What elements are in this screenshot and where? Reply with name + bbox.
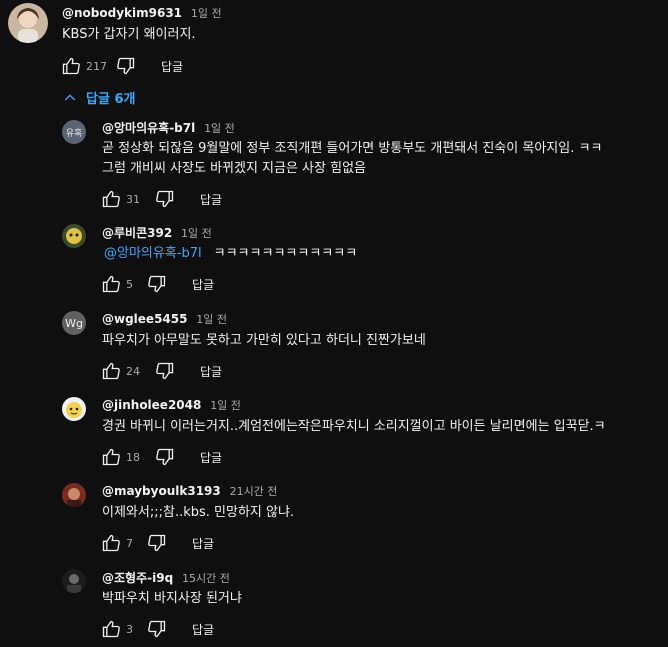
thumbs-up-icon xyxy=(102,362,120,380)
dislike-button[interactable] xyxy=(146,618,168,640)
avatar[interactable] xyxy=(62,224,86,248)
thumbs-down-icon xyxy=(156,448,174,466)
thumbs-up-icon xyxy=(62,57,80,75)
thumbs-down-icon xyxy=(148,534,166,552)
avatar[interactable] xyxy=(62,483,86,507)
thumbs-up-icon xyxy=(102,620,120,638)
comment-text-line: 그럼 개비씨 사장도 바뀌겠지 지금은 사장 힘없음 xyxy=(102,161,366,176)
avatar-initials: Wg xyxy=(65,316,83,330)
comment-author[interactable]: @조형주-i9q xyxy=(102,571,173,585)
dislike-button[interactable] xyxy=(146,532,168,554)
avatar[interactable] xyxy=(62,569,86,593)
comment-author[interactable]: @jinholee2048 xyxy=(102,398,201,412)
thumbs-up-icon xyxy=(102,534,120,552)
comment-text-line: 이제와서;;;참..kbs. 민망하지 않냐. xyxy=(102,505,295,520)
like-button[interactable] xyxy=(100,446,122,468)
avatar[interactable] xyxy=(62,397,86,421)
dislike-button[interactable] xyxy=(115,55,137,77)
comment-text-line: 박파우치 바지사장 된거냐 xyxy=(102,591,242,606)
replies-toggle-button[interactable]: 답글 6개 xyxy=(62,88,135,107)
replies-toggle-label: 답글 6개 xyxy=(86,92,136,107)
dislike-button[interactable] xyxy=(154,446,176,468)
like-count: 217 xyxy=(86,59,107,73)
comment-author[interactable]: @nobodykim9631 xyxy=(62,6,182,20)
comment-time[interactable]: 21시간 전 xyxy=(230,485,278,498)
comment-text-line: ㅋㅋㅋㅋㅋㅋㅋㅋㅋㅋㅋㅋ xyxy=(213,246,358,261)
comment-time[interactable]: 1일 전 xyxy=(210,399,241,412)
comment-author[interactable]: @wglee5455 xyxy=(102,312,187,326)
mention-link[interactable]: @앙마의유혹-b7l xyxy=(104,246,202,261)
like-count: 24 xyxy=(126,364,140,378)
like-button[interactable] xyxy=(100,188,122,210)
thumbs-up-icon xyxy=(102,448,120,466)
like-count: 18 xyxy=(126,450,140,464)
reply-button[interactable]: 답글 xyxy=(200,191,222,208)
top-comment: @nobodykim9631 1일 전 KBS가 갑자기 왜이러지. 217 답… xyxy=(0,0,668,80)
thumbs-down-icon xyxy=(156,190,174,208)
thumbs-down-icon xyxy=(148,620,166,638)
reply-button[interactable]: 답글 xyxy=(192,621,214,638)
comment-time[interactable]: 1일 전 xyxy=(204,122,235,135)
like-button[interactable] xyxy=(100,273,122,295)
thumbs-down-icon xyxy=(148,275,166,293)
comment-text-line: 경권 바뀌니 이러는거지..계엄전에는작은파우치니 소리지껄이고 바이든 날리면… xyxy=(102,419,606,434)
avatar[interactable]: Wg xyxy=(62,311,86,335)
like-button[interactable] xyxy=(100,532,122,554)
thumbs-down-icon xyxy=(156,362,174,380)
comment-author[interactable]: @루비콘392 xyxy=(102,226,172,240)
avatar[interactable] xyxy=(8,3,48,43)
like-count: 5 xyxy=(126,277,133,291)
comment-time[interactable]: 15시간 전 xyxy=(182,572,230,585)
comment-text: KBS가 갑자기 왜이러지. xyxy=(62,27,196,42)
chevron-up-icon xyxy=(64,93,76,100)
comment-author[interactable]: @maybyoulk3193 xyxy=(102,484,221,498)
avatar-initials: 유혹 xyxy=(65,128,83,139)
dislike-button[interactable] xyxy=(154,360,176,382)
like-count: 31 xyxy=(126,192,140,206)
comment-text-line: 곧 정상화 되잖음 9월말에 정부 조직개편 들어가면 방통부도 개편돼서 진숙… xyxy=(102,141,603,156)
reply-button[interactable]: 답글 xyxy=(192,276,214,293)
dislike-button[interactable] xyxy=(146,273,168,295)
comment-text: @앙마의유혹-b7l ㅋㅋㅋㅋㅋㅋㅋㅋㅋㅋㅋㅋ xyxy=(104,244,357,264)
like-button[interactable] xyxy=(100,618,122,640)
comment-time[interactable]: 1일 전 xyxy=(191,7,222,20)
thumbs-down-icon xyxy=(117,57,135,75)
reply-button[interactable]: 답글 xyxy=(200,363,222,380)
thumbs-up-icon xyxy=(102,275,120,293)
like-button[interactable] xyxy=(100,360,122,382)
reply-button[interactable]: 답글 xyxy=(161,58,183,75)
reply-button[interactable]: 답글 xyxy=(192,535,214,552)
comment-time[interactable]: 1일 전 xyxy=(196,313,227,326)
like-count: 7 xyxy=(126,536,133,550)
reply-button[interactable]: 답글 xyxy=(200,449,222,466)
comment-text-line: 파우치가 아무말도 못하고 가만히 있다고 하더니 진짠가보네 xyxy=(102,333,426,348)
like-count: 3 xyxy=(126,622,133,636)
thumbs-up-icon xyxy=(102,190,120,208)
comment-author[interactable]: @앙마의유혹-b7l xyxy=(102,121,195,135)
avatar[interactable]: 유혹 xyxy=(62,120,86,144)
like-button[interactable] xyxy=(60,55,82,77)
comment-time[interactable]: 1일 전 xyxy=(181,227,212,240)
dislike-button[interactable] xyxy=(154,188,176,210)
